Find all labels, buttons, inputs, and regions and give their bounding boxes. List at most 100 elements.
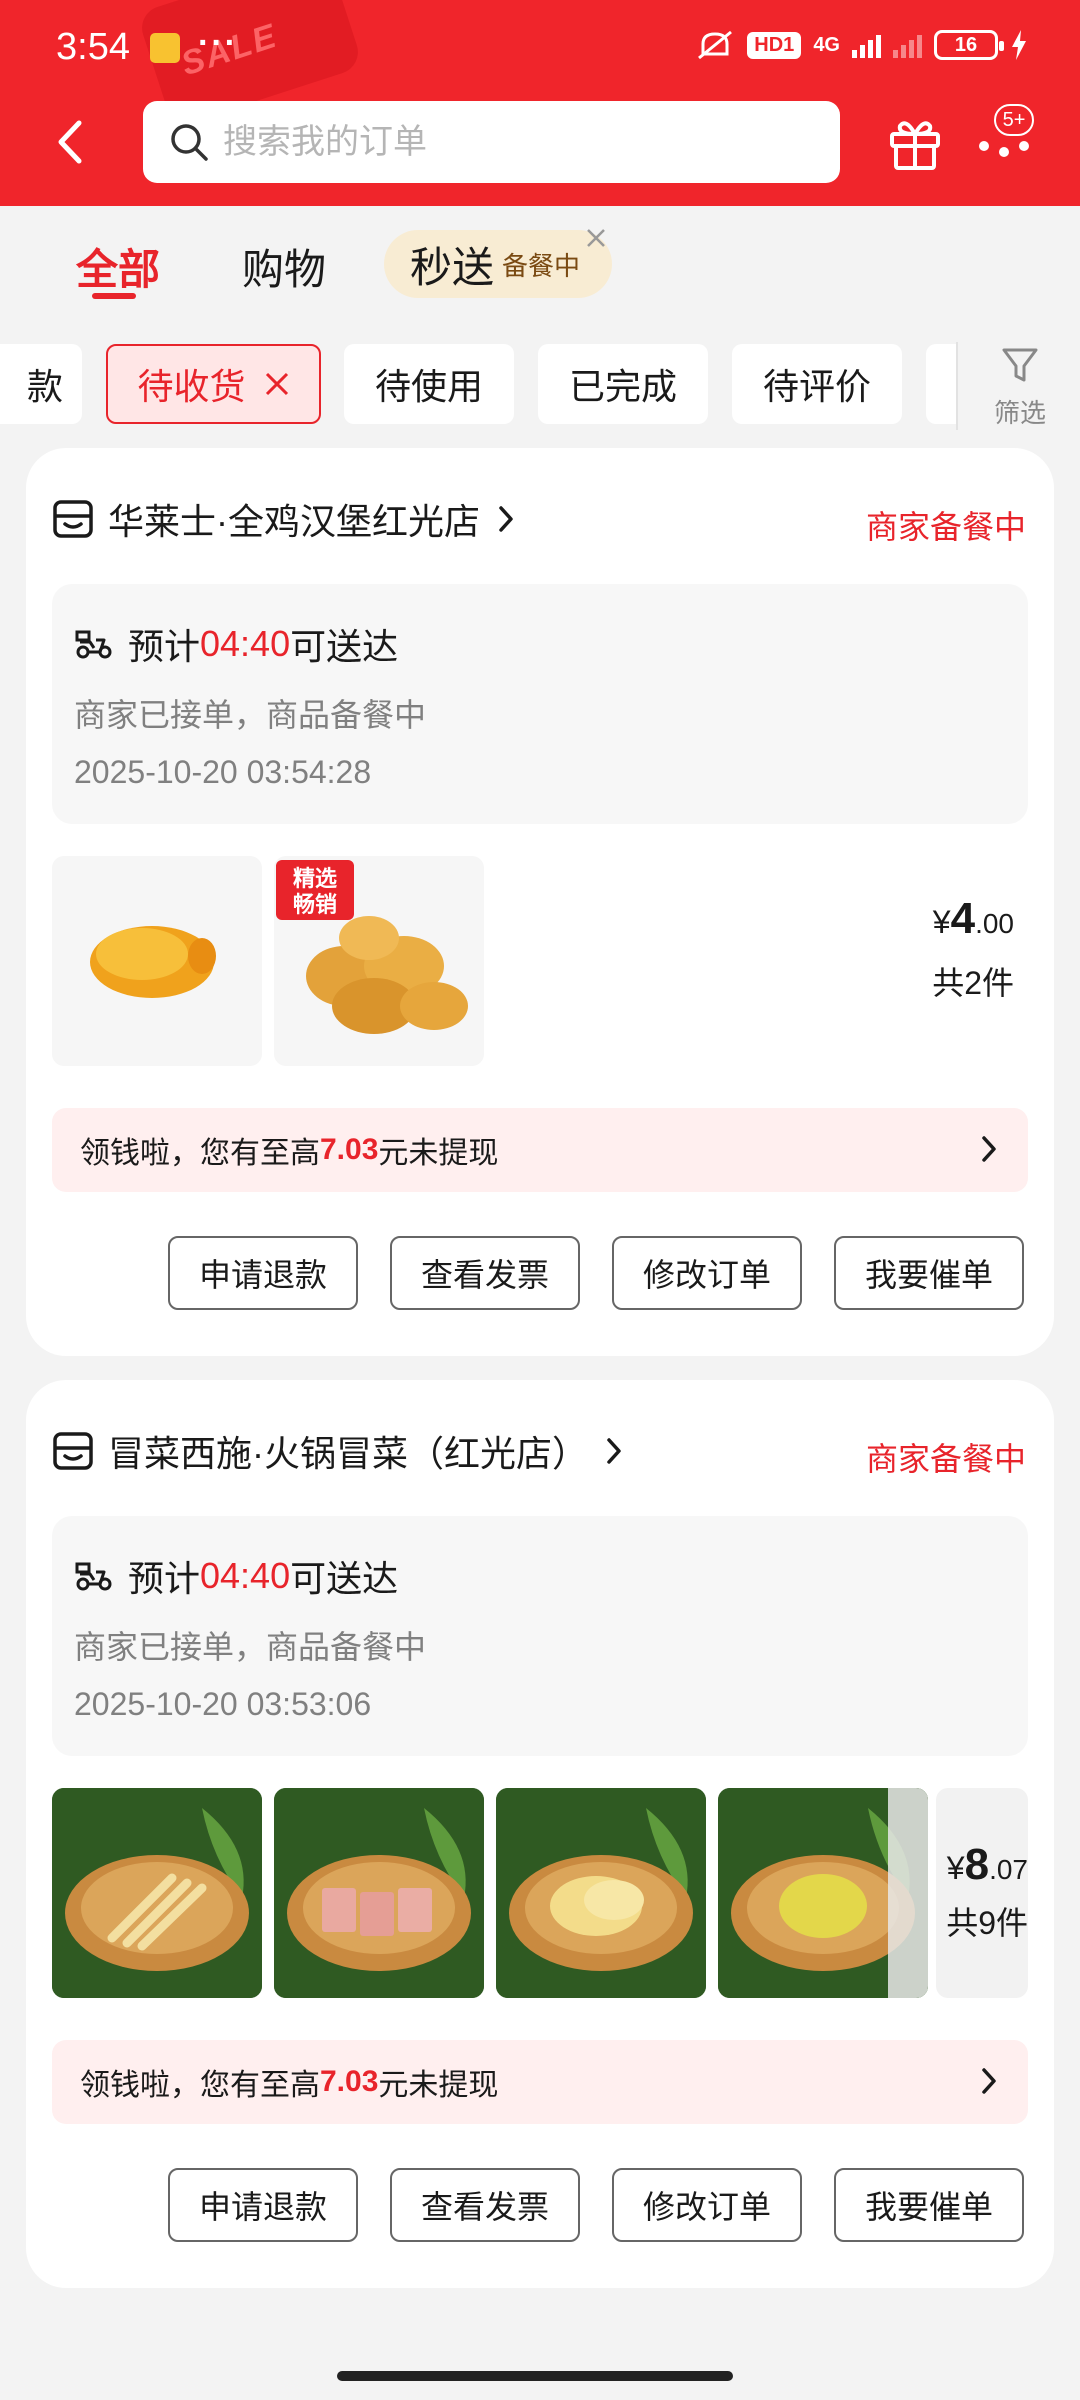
shop-link[interactable]: 华莱士·全鸡汉堡红光店: [52, 492, 514, 546]
filter-chip-to-use[interactable]: 待使用: [344, 344, 514, 424]
clear-filter-icon[interactable]: [264, 371, 290, 397]
app-header: SALE 3:54 ··· HD1 4G 16 5+: [0, 0, 1080, 206]
network-type: 4G: [813, 34, 840, 56]
request-refund-button[interactable]: 申请退款: [168, 1236, 358, 1310]
view-invoice-button[interactable]: 查看发票: [390, 2168, 580, 2242]
modify-order-button[interactable]: 修改订单: [612, 1236, 802, 1310]
order-price-block: ¥4.00 共2件: [932, 894, 1014, 1004]
product-image[interactable]: [52, 856, 262, 1066]
order-price: ¥4.00: [932, 894, 1014, 943]
fried-chicken-image: [90, 926, 216, 998]
svg-text:精选: 精选: [293, 866, 337, 892]
filter-chip-partial[interactable]: 款: [0, 344, 82, 424]
search-icon: [171, 124, 208, 161]
chevron-right-icon: [982, 2068, 996, 2094]
urge-order-button[interactable]: 我要催单: [834, 2168, 1024, 2242]
filter-chip-to-receive[interactable]: 待收货: [106, 344, 321, 424]
battery-icon: 16: [934, 30, 1004, 60]
filter-label: 筛选: [993, 398, 1046, 428]
order-status: 商家备餐中: [865, 509, 1026, 545]
eta-prefix: 预计: [128, 1558, 201, 1599]
shop-name: 华莱士·全鸡汉堡红光店: [108, 501, 480, 542]
eta-suffix: 可送达: [290, 1558, 399, 1599]
tab-miaosong[interactable]: 秒送 备餐中: [384, 230, 612, 298]
order-progress-text: 商家已接单，商品备餐中: [74, 697, 427, 733]
eta-time: 04:40: [200, 1555, 291, 1596]
tab-shopping[interactable]: 购物: [242, 236, 326, 297]
filter-chip-completed[interactable]: 已完成: [538, 344, 708, 424]
product-image[interactable]: [274, 1788, 484, 1998]
search-input[interactable]: [223, 122, 783, 162]
order-actions: 申请退款 查看发票 修改订单 我要催单: [168, 2168, 1024, 2242]
filter-chip-to-review[interactable]: 待评价: [732, 344, 902, 424]
product-image[interactable]: [52, 1788, 262, 1998]
back-chevron-icon: [58, 120, 82, 164]
cashback-banner[interactable]: 领钱啦，您有至高 7.03 元未提现: [52, 2040, 1028, 2124]
order-tabs: 全部 购物 秒送 备餐中: [0, 206, 1080, 306]
order-price-block: ¥8.07 共9件: [946, 1840, 1028, 1944]
funnel-icon: [1002, 348, 1038, 382]
request-refund-button[interactable]: 申请退款: [168, 2168, 358, 2242]
shop-name: 冒菜西施·火锅冒菜（红光店）: [108, 1433, 588, 1474]
hd-badge: HD1: [747, 31, 802, 59]
tofu-skin-image: [52, 1788, 262, 1998]
order-datetime: 2025-10-20 03:54:28: [74, 754, 372, 790]
signal-weak-icon: [893, 32, 922, 58]
cashback-amount: 7.03: [320, 1133, 379, 1166]
status-time: 3:54: [56, 26, 130, 68]
product-image[interactable]: [718, 1788, 928, 1998]
mute-icon: [698, 30, 733, 60]
cashback-banner[interactable]: 领钱啦，您有至高 7.03 元未提现: [52, 1108, 1028, 1192]
filter-divider: [956, 342, 958, 430]
chicken-nuggets-image: 精选 畅销: [276, 860, 468, 1034]
chevron-right-icon: [607, 1438, 621, 1464]
eta-time: 04:40: [200, 623, 291, 664]
gift-button[interactable]: [886, 114, 944, 172]
status-dots: ···: [198, 24, 238, 62]
miaosong-status: 备餐中: [502, 250, 581, 281]
tab-all[interactable]: 全部: [76, 236, 160, 297]
status-bar: 3:54 ··· HD1 4G 16: [0, 0, 1080, 98]
chevron-right-icon: [499, 506, 513, 532]
gift-icon: [890, 121, 940, 170]
item-count: 共9件: [946, 1905, 1028, 1941]
miaosong-label: 秒送: [410, 243, 495, 291]
filter-button[interactable]: 筛选: [990, 346, 1050, 428]
back-button[interactable]: [48, 112, 92, 172]
order-price: ¥8.07: [946, 1840, 1028, 1889]
potato-slices-image: [496, 1788, 706, 1998]
notification-icon: [150, 33, 180, 63]
close-icon[interactable]: [584, 226, 608, 250]
home-indicator[interactable]: [337, 2371, 733, 2381]
urge-order-button[interactable]: 我要催单: [834, 1236, 1024, 1310]
signal-icon: [852, 32, 881, 58]
search-bar[interactable]: [143, 101, 840, 183]
modify-order-button[interactable]: 修改订单: [612, 2168, 802, 2242]
status-filter-row: 款 待收货 待使用 已完成 待评价 筛选: [0, 336, 1080, 432]
cashback-amount: 7.03: [320, 2065, 379, 2098]
order-progress-text: 商家已接单，商品备餐中: [74, 1629, 427, 1665]
eta-line: 预计 04:40 可送达: [74, 1550, 398, 1602]
eta-line: 预计 04:40 可送达: [74, 618, 398, 670]
scooter-icon: [75, 1562, 112, 1591]
tab-active-indicator: [92, 293, 136, 299]
order-status: 商家备餐中: [865, 1441, 1026, 1477]
order-actions: 申请退款 查看发票 修改订单 我要催单: [168, 1236, 1024, 1310]
delivery-info[interactable]: 预计 04:40 可送达 商家已接单，商品备餐中 2025-10-20 03:53:…: [52, 1516, 1028, 1756]
svg-text:畅销: 畅销: [293, 893, 337, 918]
eta-suffix: 可送达: [290, 626, 399, 667]
eta-prefix: 预计: [128, 626, 201, 667]
product-image[interactable]: 精选 畅销: [274, 856, 484, 1066]
delivery-info[interactable]: 预计 04:40 可送达 商家已接单，商品备餐中 2025-10-20 03:54:…: [52, 584, 1028, 824]
order-card[interactable]: 华莱士·全鸡汉堡红光店 商家备餐中 预计 04:40 可送达 商家已接单，商品备餐中…: [26, 448, 1054, 1356]
product-image[interactable]: [496, 1788, 706, 1998]
scooter-icon: [75, 630, 112, 659]
chevron-right-icon: [982, 1136, 996, 1162]
shop-icon: [53, 1432, 93, 1470]
shop-link[interactable]: 冒菜西施·火锅冒菜（红光店）: [52, 1424, 622, 1478]
charging-icon: [1012, 30, 1026, 60]
item-count: 共2件: [932, 965, 1014, 1001]
view-invoice-button[interactable]: 查看发票: [390, 1236, 580, 1310]
order-card[interactable]: 冒菜西施·火锅冒菜（红光店） 商家备餐中 预计 04:40 可送达 商家已接单，商品…: [26, 1380, 1054, 2288]
more-badge: 5+: [994, 104, 1034, 136]
